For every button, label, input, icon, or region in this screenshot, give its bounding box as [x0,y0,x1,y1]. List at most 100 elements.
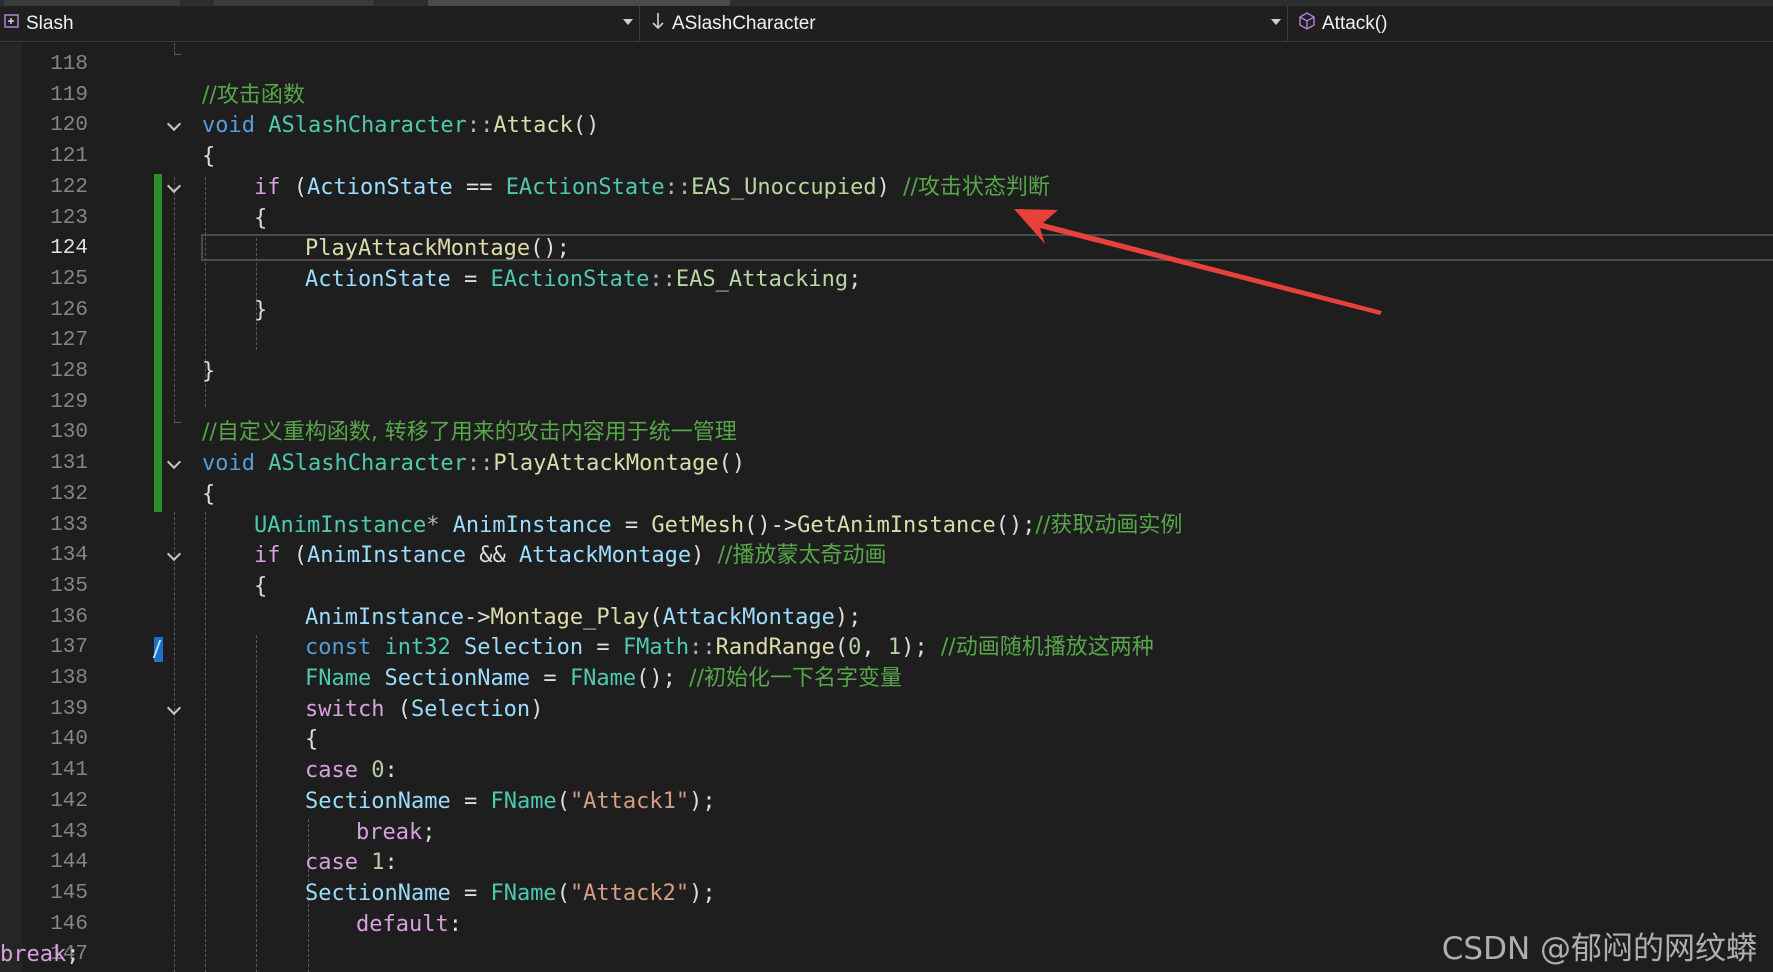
code-token: ; [848,266,862,292]
code-text: { [305,724,318,755]
code-line[interactable]: 128} [0,356,1773,387]
code-line[interactable]: 140 { [0,724,1773,755]
code-token: ( [834,635,849,661]
code-token: Selection [410,696,531,722]
line-number: 129 [50,390,88,414]
code-token: :: [649,266,676,292]
line-number: 124 [50,237,88,261]
code-line[interactable]: 127 [0,325,1773,356]
line-number: 130 [50,421,88,445]
line-number: 143 [50,820,88,844]
code-token: ( [556,880,570,906]
navigation-bar: Slash ASlashCharacter Attack() [0,6,1773,42]
project-label: Slash [26,13,74,34]
code-token: -> [463,604,491,630]
code-token: ( [649,604,663,630]
code-token: = [611,512,652,538]
code-token: { [202,481,216,507]
code-token: = [530,666,570,691]
code-token: AnimInstance [452,512,612,538]
code-token: () [718,451,746,477]
code-line[interactable]: 119 //攻击函数 [0,80,1773,111]
line-number: 119 [50,83,88,107]
code-line[interactable]: 118 [0,49,1773,80]
code-line[interactable]: 123 { [0,203,1773,234]
collapse-chevron-icon[interactable] [168,705,178,715]
code-line[interactable]: 139 switch (Selection) [0,694,1773,725]
code-line[interactable]: 124 PlayAttackMontage(); [0,233,1773,264]
code-token: FName [305,666,385,691]
code-token: , [861,635,888,661]
code-token: "Attack1" [569,788,690,814]
chevron-down-icon[interactable] [1271,19,1281,25]
line-number: 133 [50,513,88,537]
code-line[interactable]: 129 [0,387,1773,418]
code-text: case 1: [305,847,398,878]
code-line[interactable]: 135 { [0,571,1773,602]
line-number: 138 [50,667,88,690]
code-line[interactable]: 126} [0,295,1773,326]
code-text: switch (Selection) [305,694,543,725]
code-line[interactable]: 120 void ASlashCharacter::Attack() [0,110,1773,141]
line-number: 135 [50,574,88,598]
line-number: 131 [50,452,88,476]
code-text: SectionName = FName("Attack1"); [305,786,716,817]
code-token: (); [636,666,690,691]
code-line[interactable]: 144 case 1: [0,847,1773,878]
code-line[interactable]: 138 FName SectionName = FName(); //初始化一下名… [0,663,1773,694]
code-token: ); [689,788,716,814]
code-line[interactable]: 136 AnimInstance->Montage_Play(AttackMont… [0,602,1773,633]
code-comment: //动画随机播放这两种 [940,635,1154,661]
code-text: UAnimInstance* AnimInstance = GetMesh()-… [254,510,1182,541]
code-line[interactable]: 137 const int32 Selection = FMath::RandRa… [0,632,1773,663]
code-token: AnimInstance [305,604,464,630]
code-token: ASlashCharacter [268,113,467,139]
code-text: SectionName = FName("Attack2"); [305,878,716,909]
code-line[interactable]: 133 UAnimInstance* AnimInstance = GetMesh… [0,510,1773,541]
line-number: 146 [50,912,88,936]
code-token: PlayAttackMontage [493,451,719,477]
project-dropdown[interactable]: Slash [0,6,640,42]
code-line[interactable]: 130 //自定义重构函数, 转移了用来的攻击内容用于统一管理 [0,417,1773,448]
code-token: Attack [493,113,573,139]
collapse-chevron-icon[interactable] [168,459,178,469]
scope-arrow-icon [650,11,666,37]
collapse-chevron-icon[interactable] [168,551,178,561]
code-token: FName [569,666,637,691]
code-token: if [254,543,294,569]
class-scope-label: ASlashCharacter [672,13,816,34]
code-line[interactable]: 141 case 0: [0,755,1773,786]
class-scope-dropdown[interactable]: ASlashCharacter [642,6,1288,42]
code-line[interactable]: 121 { [0,141,1773,172]
code-editor[interactable]: 118 119//攻击函数 120 void ASlashCharacter::Att… [0,43,1773,972]
code-token: AnimInstance [307,543,466,569]
collapse-chevron-icon[interactable] [168,183,178,193]
chevron-down-icon[interactable] [623,19,633,25]
code-token: (); [995,512,1036,538]
line-number: 120 [50,114,88,138]
code-token: "Attack2" [569,880,690,906]
code-token: ; [66,942,80,968]
method-cube-icon [1298,12,1316,36]
code-line[interactable]: 132 { [0,479,1773,510]
code-token: EAS_Attacking [675,266,849,292]
code-line[interactable]: 145 SectionName = FName("Attack2"); [0,878,1773,909]
code-token: ( [556,788,570,814]
member-dropdown[interactable]: Attack() [1290,6,1773,42]
code-line[interactable]: 125 ActionState = EActionState::EAS_Attac… [0,264,1773,295]
code-text: { [202,141,215,172]
code-token: { [254,205,268,231]
code-line[interactable]: 143 break; [0,817,1773,848]
code-token: :: [466,451,494,477]
code-line[interactable]: 142 SectionName = FName("Attack1"); [0,786,1773,817]
collapse-chevron-icon[interactable] [168,121,178,131]
code-token: : [384,850,398,876]
code-line[interactable]: 134 if (AnimInstance && AttackMontage) //… [0,540,1773,571]
code-line[interactable]: 122 if (ActionState == EActionState::EAS_… [0,172,1773,203]
code-token: : [448,911,462,937]
line-number: 121 [50,145,88,169]
line-number: 137 [50,636,88,660]
code-token: ) [691,543,718,569]
code-token: AttackMontage [518,543,692,569]
code-line[interactable]: 131 void ASlashCharacter::PlayAttackMonta… [0,448,1773,479]
